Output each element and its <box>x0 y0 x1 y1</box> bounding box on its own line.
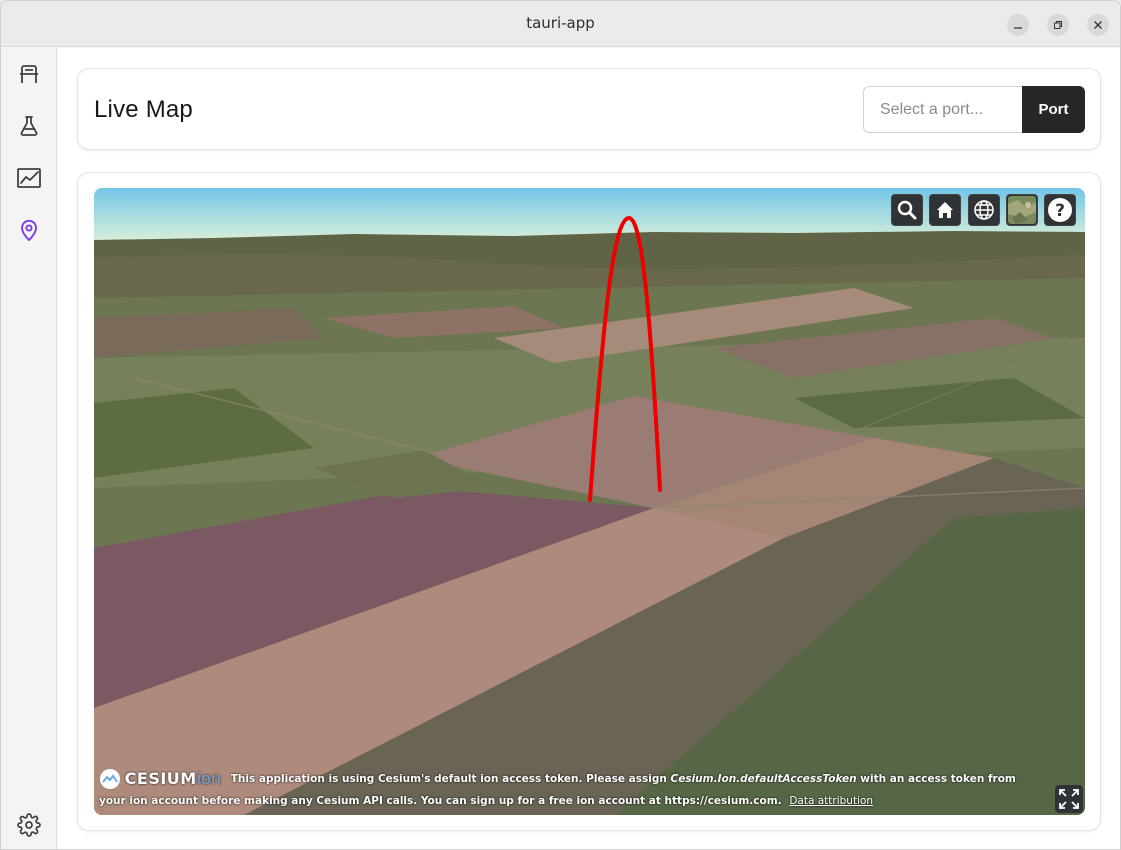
navigation-help-button[interactable]: ? <box>1044 194 1076 226</box>
data-attribution-link[interactable]: Data attribution <box>789 795 873 807</box>
app-window: tauri-app Live Map Port <box>0 0 1121 850</box>
help-icon: ? <box>1048 198 1072 222</box>
window-title: tauri-app <box>526 14 595 32</box>
close-icon <box>1094 21 1102 29</box>
port-select-input[interactable] <box>863 86 1023 133</box>
restore-icon <box>1054 21 1062 29</box>
credit-text: This application is using Cesium's defau… <box>230 773 671 785</box>
terrain-scene[interactable] <box>94 188 1085 815</box>
maximize-button[interactable] <box>1047 14 1069 36</box>
imagery-icon <box>1008 196 1036 224</box>
credits-bar: CESIUMion This application is using Cesi… <box>99 768 1029 812</box>
flask-icon <box>20 116 38 136</box>
header-card: Live Map Port <box>77 68 1101 150</box>
fullscreen-button[interactable] <box>1055 785 1083 813</box>
page-title: Live Map <box>94 96 193 123</box>
close-button[interactable] <box>1087 14 1109 36</box>
home-button[interactable] <box>929 194 961 226</box>
line-chart-icon <box>17 168 41 188</box>
desk-icon <box>20 65 38 83</box>
scene-mode-button[interactable] <box>968 194 1000 226</box>
globe-icon <box>974 200 994 220</box>
search-icon <box>897 200 917 220</box>
home-icon <box>937 202 953 218</box>
cesium-logo-text: CESIUM <box>124 769 197 788</box>
sidebar-item-hardware[interactable] <box>15 60 43 88</box>
minimize-button[interactable] <box>1007 14 1029 36</box>
svg-text:?: ? <box>1055 201 1065 221</box>
sidebar-item-map[interactable] <box>15 216 43 244</box>
cesium-viewer[interactable]: ? CESIUMion This application is using Ce… <box>94 188 1085 815</box>
gear-icon <box>17 813 41 837</box>
sidebar-item-lab[interactable] <box>15 112 43 140</box>
port-button[interactable]: Port <box>1022 86 1085 133</box>
title-bar: tauri-app <box>1 1 1120 47</box>
credit-code: Cesium.Ion.defaultAccessToken <box>670 773 857 785</box>
sidebar-item-charts[interactable] <box>15 164 43 192</box>
minimize-icon <box>1014 27 1022 29</box>
ion-logo-text: ion <box>196 769 222 788</box>
map-pin-icon <box>21 219 37 241</box>
map-card: ? CESIUMion This application is using Ce… <box>77 172 1101 831</box>
settings-button[interactable] <box>15 811 43 839</box>
main-content: Live Map Port <box>58 48 1120 849</box>
base-layer-picker-button[interactable] <box>1006 194 1038 226</box>
geocoder-button[interactable] <box>891 194 923 226</box>
fullscreen-icon <box>1059 789 1079 809</box>
cesium-logo-icon <box>100 769 120 789</box>
sidebar <box>1 48 57 849</box>
